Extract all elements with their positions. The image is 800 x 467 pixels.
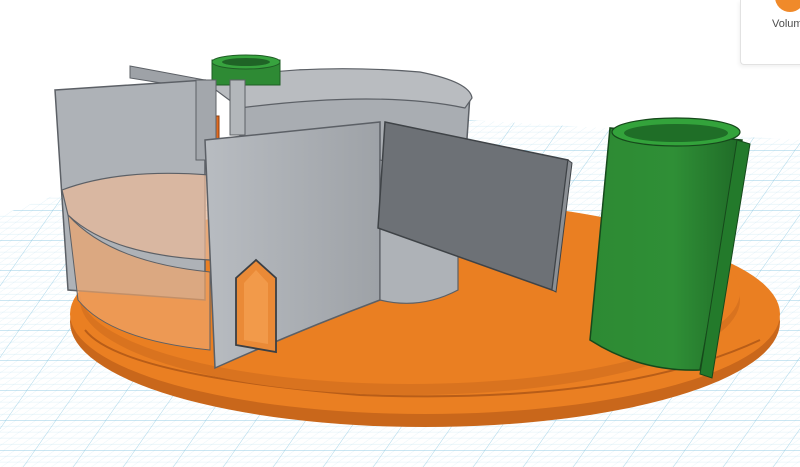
volume-icon[interactable] xyxy=(775,0,800,12)
back-post[interactable] xyxy=(229,79,246,136)
volume-label: Volum xyxy=(772,18,800,30)
green-cylinder-hole xyxy=(624,124,728,142)
workplane-viewport[interactable]: Volum xyxy=(0,0,800,467)
shape-properties-panel[interactable]: Volum xyxy=(740,0,800,65)
3d-scene[interactable] xyxy=(0,0,800,467)
arch-doorway-inner xyxy=(244,270,268,344)
green-peg-back-hole xyxy=(222,58,270,66)
